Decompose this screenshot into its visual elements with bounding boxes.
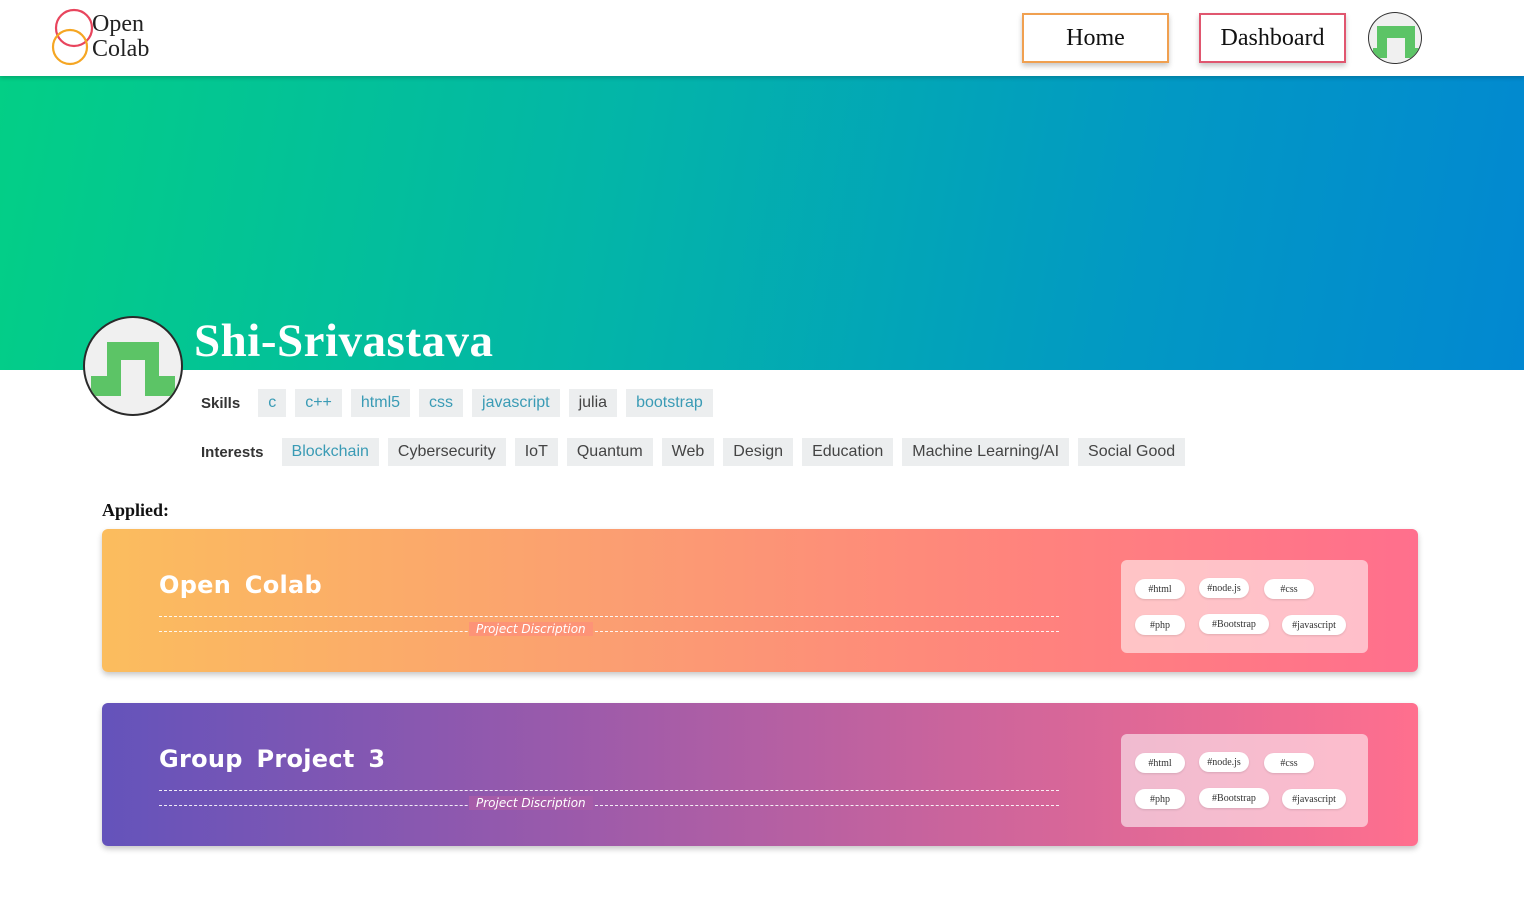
divider <box>159 790 1059 791</box>
skill-tag[interactable]: javascript <box>472 389 560 417</box>
project-tags: #html #node.js #css #php #Bootstrap #jav… <box>1121 734 1368 827</box>
profile-username: Shi-Srivastava <box>194 315 494 367</box>
identicon-avatar-icon <box>91 342 175 396</box>
interest-tag[interactable]: Blockchain <box>281 438 379 466</box>
project-tag[interactable]: #html <box>1135 753 1185 773</box>
home-button[interactable]: Home <box>1022 13 1169 63</box>
skill-tag[interactable]: html5 <box>350 389 411 417</box>
project-tag[interactable]: #Bootstrap <box>1199 614 1269 634</box>
project-tag[interactable]: #javascript <box>1282 789 1346 809</box>
project-tag[interactable]: #html <box>1135 579 1185 599</box>
divider <box>159 805 1059 806</box>
project-tag[interactable]: #css <box>1264 579 1314 599</box>
open-colab-logo[interactable]: Open Colab <box>50 6 160 68</box>
user-avatar-button[interactable] <box>1368 12 1422 64</box>
skill-tag[interactable]: bootstrap <box>626 389 713 417</box>
logo-text: Open Colab <box>92 12 149 62</box>
interest-tag[interactable]: Education <box>802 438 894 466</box>
skill-tag[interactable]: c <box>258 389 287 417</box>
dashboard-button[interactable]: Dashboard <box>1199 13 1346 63</box>
divider <box>159 616 1059 617</box>
interest-tag[interactable]: Quantum <box>566 438 653 466</box>
project-title: Group Project 3 <box>159 745 386 773</box>
skill-tag[interactable]: css <box>419 389 464 417</box>
skill-tag[interactable]: c++ <box>295 389 342 417</box>
project-card[interactable]: Group Project 3 Project Discription #htm… <box>102 703 1418 846</box>
skills-row: Skills c c++ html5 css javascript julia … <box>201 389 722 417</box>
identicon-avatar-icon <box>1373 26 1419 58</box>
logo-line-2: Colab <box>92 36 150 62</box>
interest-tag[interactable]: Machine Learning/AI <box>902 438 1070 466</box>
interest-tag[interactable]: IoT <box>514 438 558 466</box>
project-title: Open Colab <box>159 571 323 599</box>
interest-tag[interactable]: Cybersecurity <box>387 438 506 466</box>
interest-tag[interactable]: Design <box>723 438 794 466</box>
skill-tag[interactable]: julia <box>568 389 618 417</box>
skills-label: Skills <box>201 394 241 412</box>
project-tag[interactable]: #php <box>1135 789 1185 809</box>
interest-tag[interactable]: Web <box>661 438 715 466</box>
project-tag[interactable]: #php <box>1135 615 1185 635</box>
applied-heading: Applied: <box>102 500 170 520</box>
interest-tag[interactable]: Social Good <box>1078 438 1186 466</box>
project-tag[interactable]: #node.js <box>1199 752 1249 772</box>
project-description: Project Discription <box>469 622 593 636</box>
project-tag[interactable]: #Bootstrap <box>1199 788 1269 808</box>
logo-line-1: Open <box>92 11 144 37</box>
interests-row: Interests Blockchain Cybersecurity IoT Q… <box>201 438 1194 466</box>
project-tag[interactable]: #javascript <box>1282 615 1346 635</box>
project-description: Project Discription <box>469 796 593 810</box>
navbar: Open Colab Home Dashboard <box>0 0 1524 76</box>
project-tag[interactable]: #node.js <box>1199 578 1249 598</box>
profile-avatar <box>83 316 183 416</box>
interests-label: Interests <box>201 443 264 461</box>
divider <box>159 631 1059 632</box>
project-card[interactable]: Open Colab Project Discription #html #no… <box>102 529 1418 672</box>
project-tag[interactable]: #css <box>1264 753 1314 773</box>
project-tags: #html #node.js #css #php #Bootstrap #jav… <box>1121 560 1368 653</box>
